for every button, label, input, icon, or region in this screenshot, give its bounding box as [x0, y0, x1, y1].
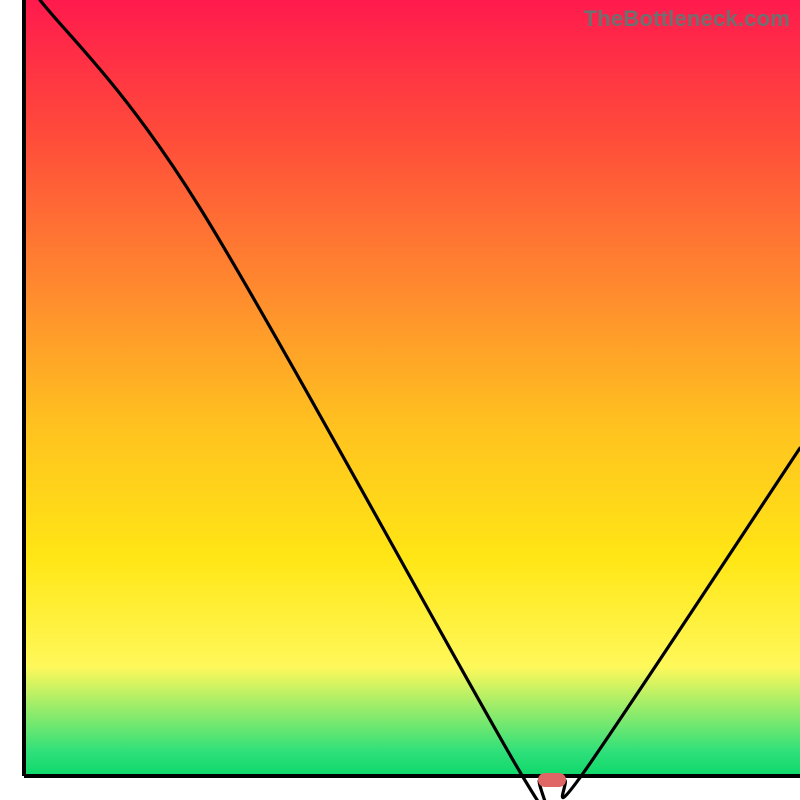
watermark-label: TheBottleneck.com	[584, 6, 790, 32]
optimal-marker	[538, 773, 566, 787]
bottleneck-chart	[0, 0, 800, 800]
chart-container: TheBottleneck.com	[0, 0, 800, 800]
chart-background	[25, 0, 800, 775]
